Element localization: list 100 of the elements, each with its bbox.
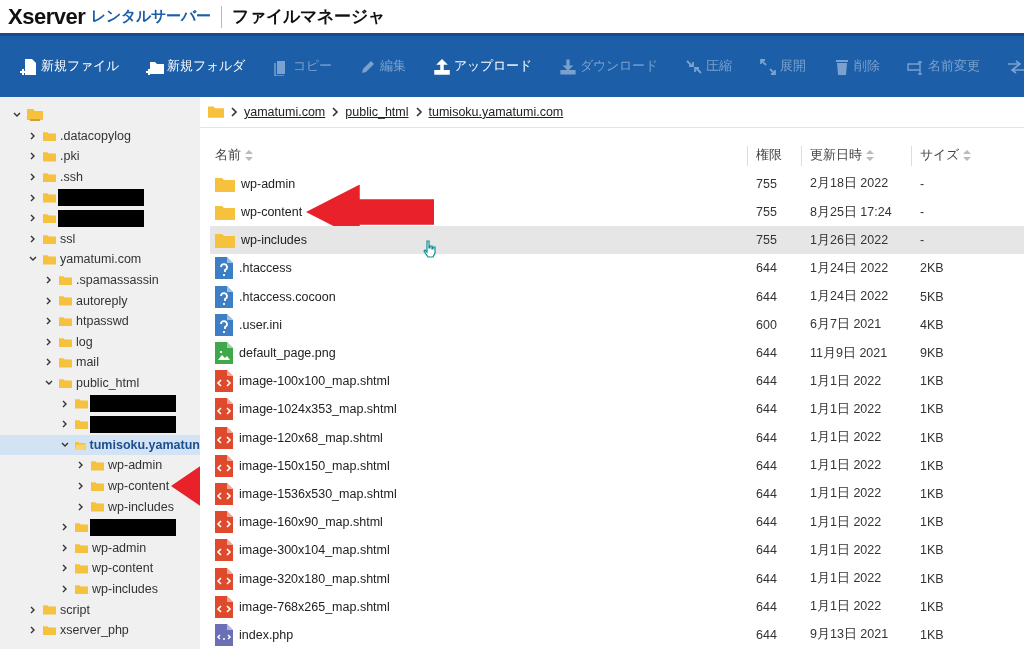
file-name[interactable]: image-320x180_map.shtml [239,571,390,586]
date-cell-text: 8月25日 17:24 [809,203,893,221]
folder-name[interactable]: mail [76,355,99,370]
folder-icon [91,480,104,492]
folder-icon [91,501,104,512]
permission-cell-text: 644 [755,543,778,558]
file-name[interactable]: wp-admin [241,176,296,191]
folder-icon [59,377,72,389]
date-cell-text: 1月1日 2022 [809,429,883,447]
php-file-icon [215,623,233,646]
folder-icon [75,563,88,574]
chevron-icon [230,106,238,117]
folder-name[interactable]: yamatumi.com [60,252,142,267]
size-cell-text: 1KB [919,599,945,614]
file-name[interactable]: default_page.png [239,346,336,361]
folder-name[interactable]: wp-admin [108,458,163,473]
product-name: レンタルサーバー [91,7,212,26]
file-name[interactable]: .htaccess [239,261,292,276]
folder-icon [75,583,88,595]
file-name[interactable]: .htaccess.cocoon [239,289,336,304]
chevron-icon [331,106,340,117]
date-cell-text: 1月26日 2022 [809,231,890,249]
toolbar-button[interactable]: 新規フォルダ [146,57,245,76]
date-cell-text: 1月24日 2022 [809,259,890,277]
column-header[interactable]: サイズ [920,147,959,165]
permission-cell-text: 644 [755,627,778,642]
folder-name[interactable]: .ssh [60,170,83,185]
size-cell-text: 1KB [919,543,945,558]
file-name[interactable]: wp-content [241,205,303,220]
column-header[interactable]: 名前 [215,147,241,165]
code-file-icon [215,426,233,449]
file-name[interactable]: image-160x90_map.shtml [239,515,383,530]
folder-name[interactable]: tumisoku.yamatun [89,437,200,452]
folder-name[interactable]: xserver_php [60,623,129,638]
size-cell-text: - [919,233,926,248]
size-cell-text: - [919,205,926,220]
file-name[interactable]: image-1024x353_map.shtml [239,402,397,417]
file-name[interactable]: image-120x68_map.shtml [239,430,383,445]
toolbar-button[interactable]: 新規ファイル [20,57,119,76]
folder-name[interactable]: .datacopylog [60,128,131,143]
date-cell-text: 1月1日 2022 [809,513,883,531]
permission-cell-text: 644 [755,458,778,473]
breadcrumb-link[interactable]: yamatumi.com [244,104,326,119]
code-file-icon [215,511,233,534]
permission-cell-text: 644 [755,430,778,445]
folder-name[interactable]: wp-content [108,479,170,493]
folder-name[interactable]: wp-includes [108,499,174,514]
folder-name[interactable]: autoreply [76,293,128,308]
column-header[interactable]: 更新日時 [810,147,862,165]
highlighted-row[interactable]: wp-includes 755 1月26日 2022 - [210,226,1024,255]
permission-cell-text: 644 [755,289,778,304]
file-name[interactable]: .user.ini [239,317,283,332]
folder-name[interactable]: ssl [60,231,76,246]
column-header[interactable]: 権限 [756,147,782,165]
brand-logo: Xserver [8,3,86,30]
file-name[interactable]: image-1536x530_map.shtml [239,486,397,501]
permission-cell-text: 755 [755,233,778,248]
breadcrumb-link[interactable]: public_html [345,104,409,119]
question-file-icon [215,313,233,336]
folder-name[interactable]: .spamassassin [76,273,159,288]
size-cell-text: 1KB [919,458,945,473]
folder-name[interactable]: wp-admin [92,540,147,555]
expand-icon [759,57,777,76]
folder-name[interactable]: public_html [76,376,140,390]
folder-name[interactable]: htpasswd [76,314,129,329]
folder-name[interactable]: script [60,602,90,617]
file-name[interactable]: wp-includes [241,233,307,248]
file-name[interactable]: image-150x150_map.shtml [239,458,390,473]
size-cell-text: 2KB [919,261,945,276]
folder-icon [43,604,56,615]
date-cell-text: 1月1日 2022 [809,457,883,475]
permission-cell-text: 644 [755,374,778,389]
size-cell-text: 1KB [919,430,945,445]
folder-icon [43,192,56,203]
permission-cell-text: 644 [755,599,778,614]
folder-icon [75,542,88,553]
size-cell-text: 1KB [919,571,945,586]
size-cell-text: 5KB [919,289,945,304]
size-cell-text: 1KB [919,627,945,642]
permission-cell-text: 644 [755,261,778,276]
selected-tree-item[interactable]: tumisoku.yamatun [0,434,200,456]
folder-name[interactable]: wp-content [92,561,154,576]
toolbar-button[interactable]: アップロード [433,57,532,76]
date-cell-text: 1月1日 2022 [809,400,883,418]
file-name[interactable]: image-100x100_map.shtml [239,374,390,389]
folder-icon [59,316,72,327]
folder-icon [75,521,88,533]
folder-icon [59,357,72,368]
file-name[interactable]: image-300x104_map.shtml [239,543,390,558]
file-name[interactable]: index.php [239,627,294,642]
permission-cell-text: 755 [755,176,778,191]
folder-icon [75,419,88,430]
folder-name[interactable]: log [76,334,93,349]
file-name[interactable]: image-768x265_map.shtml [239,599,390,614]
permission-cell-text: 644 [755,402,778,417]
folder-name[interactable]: .pki [60,149,80,164]
folder-name[interactable]: wp-includes [92,581,158,596]
download-icon [559,57,577,76]
breadcrumb-link[interactable]: tumisoku.yamatumi.com [428,104,564,119]
new-file-icon [20,57,38,76]
